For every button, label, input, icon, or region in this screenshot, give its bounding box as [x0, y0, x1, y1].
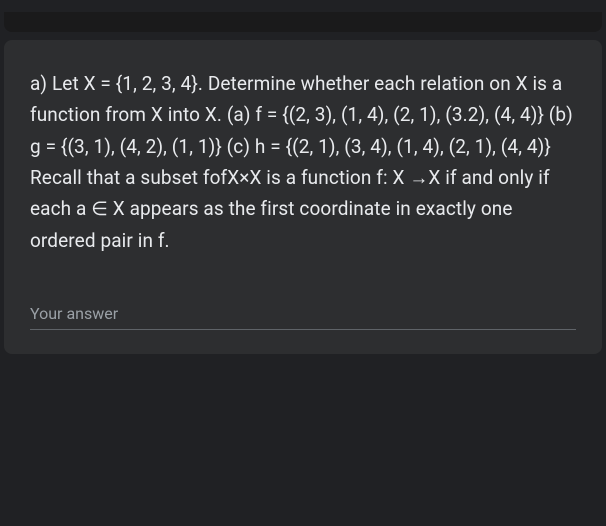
answer-input[interactable] [30, 298, 576, 330]
question-card: a) Let X = {1, 2, 3, 4}. Determine wheth… [4, 40, 602, 354]
answer-section [30, 298, 576, 330]
previous-card-edge [4, 12, 602, 32]
question-text: a) Let X = {1, 2, 3, 4}. Determine wheth… [30, 68, 576, 256]
